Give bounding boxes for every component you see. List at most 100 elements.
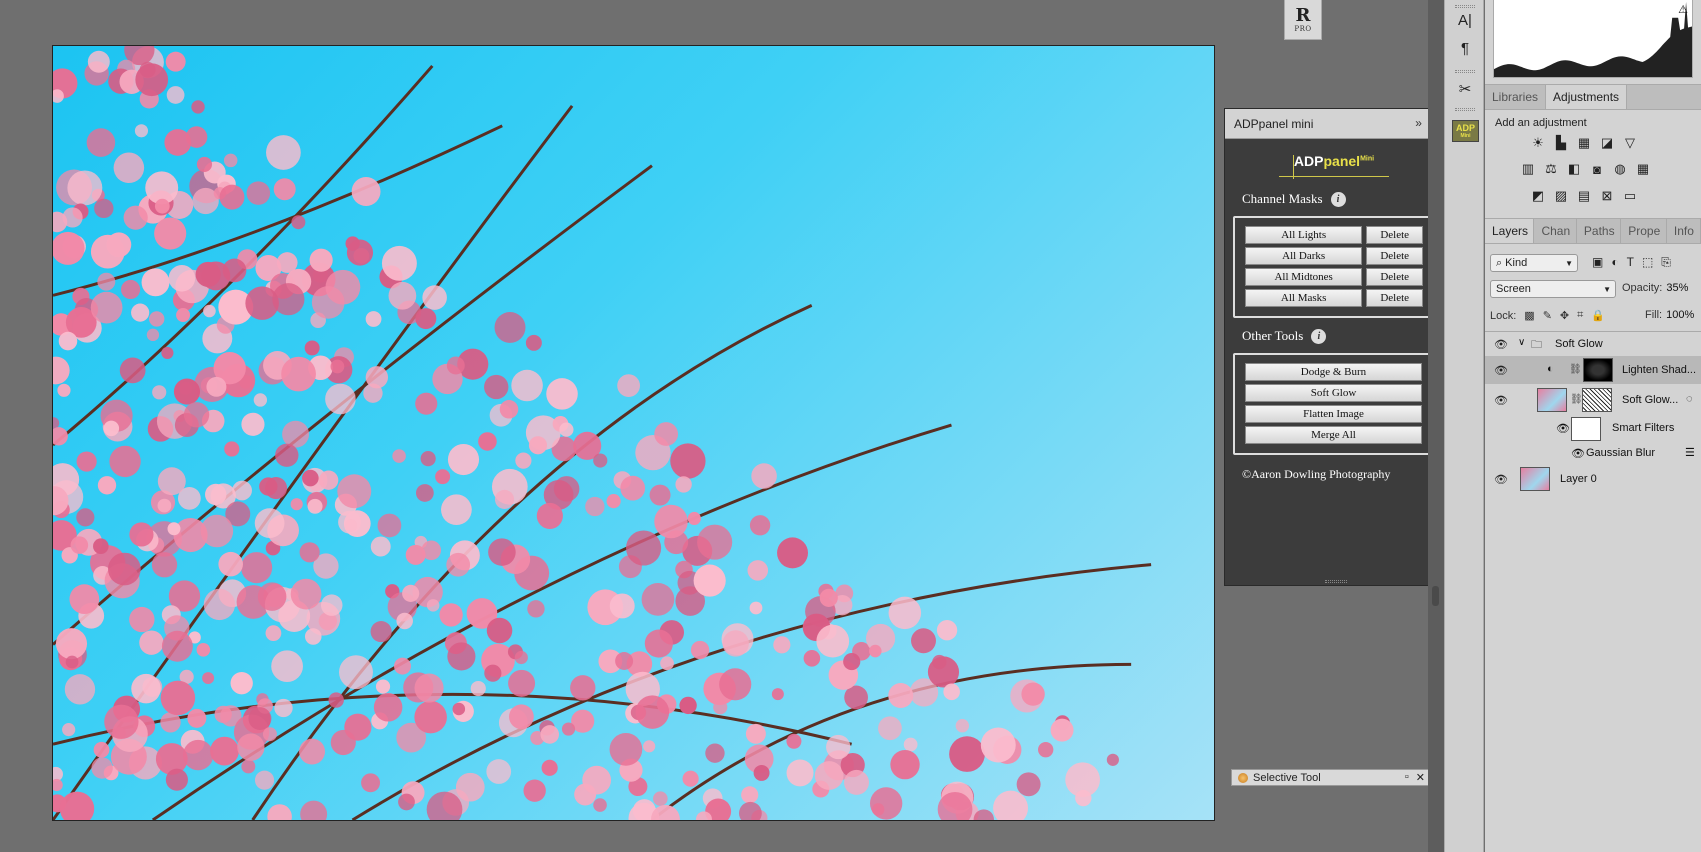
info-icon[interactable]: i — [1311, 328, 1327, 344]
delete-darks-button[interactable]: Delete — [1366, 247, 1423, 265]
adp-panel: ADPpanel mini » ≡ ADPpanelMini Channel M… — [1224, 108, 1444, 586]
dodge-burn-button[interactable]: Dodge & Burn — [1245, 363, 1422, 381]
layer-thumbnail[interactable] — [1537, 388, 1567, 412]
brightness-icon[interactable]: ☀ — [1530, 135, 1546, 151]
flatten-image-button[interactable]: Flatten Image — [1245, 405, 1422, 423]
all-lights-button[interactable]: All Lights — [1245, 226, 1363, 244]
eye-icon[interactable]: 👁 — [1571, 447, 1585, 460]
document-canvas[interactable] — [52, 45, 1215, 821]
info-icon[interactable]: i — [1330, 191, 1346, 207]
rpro-button[interactable]: R PRO — [1284, 0, 1322, 40]
adjustment-layer-icon: ◐ — [1547, 363, 1554, 375]
all-darks-button[interactable]: All Darks — [1245, 247, 1363, 265]
levels-icon[interactable]: ▙ — [1553, 135, 1569, 151]
layer-name: Soft Glow — [1555, 338, 1603, 350]
mask-thumbnail[interactable] — [1582, 388, 1612, 412]
exposure-icon[interactable]: ◪ — [1599, 135, 1615, 151]
restore-icon[interactable]: ▫ — [1405, 771, 1409, 784]
adjustment-filter-icon[interactable]: ◐ — [1611, 255, 1618, 270]
scrollbar-thumb[interactable] — [1432, 586, 1439, 606]
filter-mask-thumbnail[interactable] — [1571, 417, 1601, 441]
lock-transparency-icon[interactable]: ▩ — [1524, 309, 1534, 322]
expand-icon[interactable]: » — [1415, 116, 1422, 130]
layer-row-smart-object[interactable]: 👁 ⛓ Soft Glow... ◌ — [1485, 386, 1701, 414]
lock-paint-icon[interactable]: ✎ — [1543, 309, 1552, 322]
tab-paths[interactable]: Paths — [1577, 219, 1622, 243]
filter-options-icon[interactable]: ☰ — [1685, 446, 1695, 459]
black-white-icon[interactable]: ◧ — [1566, 161, 1582, 177]
pixel-filter-icon[interactable]: ▣ — [1592, 255, 1603, 270]
shape-filter-icon[interactable]: ⬚ — [1642, 255, 1653, 270]
threshold-icon[interactable]: ▤ — [1576, 188, 1592, 204]
close-icon[interactable]: ✕ — [1416, 771, 1425, 784]
gradient-triangle-icon[interactable]: ▽ — [1622, 135, 1638, 151]
fill-value[interactable]: 100% — [1666, 309, 1694, 321]
warning-icon[interactable]: ⚠ — [1678, 3, 1688, 16]
opacity-control[interactable]: Opacity: 35% — [1622, 282, 1688, 294]
type-filter-icon[interactable]: T — [1627, 255, 1634, 270]
delete-lights-button[interactable]: Delete — [1366, 226, 1423, 244]
layer-row-adjustment[interactable]: 👁 ◐ ⛓ Lighten Shad... — [1485, 356, 1701, 384]
tab-info[interactable]: Info — [1667, 219, 1701, 243]
tab-adjustments[interactable]: Adjustments — [1546, 85, 1628, 109]
channel-mixer-icon[interactable]: ◍ — [1612, 161, 1628, 177]
link-icon[interactable]: ⛓ — [1569, 364, 1582, 375]
mask-thumbnail[interactable] — [1583, 358, 1613, 382]
character-icon[interactable]: A| — [1445, 12, 1485, 29]
lock-position-icon[interactable]: ✥ — [1560, 309, 1569, 322]
smart-object-filter-icon[interactable]: ⎘ — [1661, 255, 1671, 270]
column-grip[interactable] — [1455, 70, 1475, 73]
soft-glow-button[interactable]: Soft Glow — [1245, 384, 1422, 402]
chevron-down-icon: ▼ — [1603, 284, 1611, 294]
curves-icon[interactable]: ▦ — [1576, 135, 1592, 151]
layer-row-base[interactable]: 👁 Layer 0 — [1485, 465, 1701, 493]
posterize-icon[interactable]: ▨ — [1553, 188, 1569, 204]
opacity-value[interactable]: 35% — [1666, 282, 1688, 294]
column-grip[interactable] — [1455, 108, 1475, 111]
adp-mini-button[interactable]: ADP Mini — [1452, 120, 1479, 142]
eye-icon[interactable]: 👁 — [1494, 364, 1508, 377]
tab-channels[interactable]: Chan — [1534, 219, 1577, 243]
photo-filter-icon[interactable]: ◙ — [1589, 161, 1605, 177]
layer-name: Gaussian Blur — [1586, 447, 1656, 459]
link-icon[interactable]: ⛓ — [1570, 394, 1583, 405]
blend-mode-select[interactable]: Screen ▼ — [1490, 280, 1616, 298]
kind-filter-select[interactable]: ⌕ Kind ▼ — [1490, 254, 1578, 272]
tool-presets-icon[interactable]: ✂ — [1445, 80, 1485, 98]
delete-midtones-button[interactable]: Delete — [1366, 268, 1423, 286]
chevron-down-icon: ▼ — [1565, 258, 1573, 268]
eye-icon[interactable]: 👁 — [1494, 473, 1508, 486]
layer-row-group[interactable]: 👁 ∨ 🗀 Soft Glow — [1485, 334, 1701, 354]
layer-name: Smart Filters — [1612, 422, 1675, 434]
chevron-down-icon[interactable]: ∨ — [1518, 337, 1525, 348]
invert-icon[interactable]: ◩ — [1530, 188, 1546, 204]
all-midtones-button[interactable]: All Midtones — [1245, 268, 1363, 286]
fill-control[interactable]: Fill: 100% — [1645, 309, 1694, 321]
merge-all-button[interactable]: Merge All — [1245, 426, 1422, 444]
column-grip[interactable] — [1455, 5, 1475, 8]
layer-row-smart-filters[interactable]: 👁 Smart Filters — [1485, 416, 1701, 442]
color-lookup-icon[interactable]: ▦ — [1635, 161, 1651, 177]
lock-all-icon[interactable]: 🔒 — [1591, 309, 1605, 322]
gradient-map-icon[interactable]: ▭ — [1622, 188, 1638, 204]
delete-masks-button[interactable]: Delete — [1366, 289, 1423, 307]
resize-grip[interactable] — [1325, 580, 1347, 583]
paragraph-icon[interactable]: ¶ — [1445, 40, 1485, 57]
vibrance-icon[interactable]: ▥ — [1520, 161, 1536, 177]
selective-tool-bar[interactable]: Selective Tool ▫ ✕ — [1231, 769, 1432, 786]
adp-panel-header[interactable]: ADPpanel mini » ≡ — [1225, 109, 1443, 139]
layer-row-filter[interactable]: 👁 Gaussian Blur ☰ — [1485, 444, 1701, 464]
eye-icon[interactable]: 👁 — [1556, 422, 1570, 435]
eye-icon[interactable]: 👁 — [1494, 338, 1508, 351]
tab-properties[interactable]: Prope — [1621, 219, 1667, 243]
selective-color-icon[interactable]: ⊠ — [1599, 188, 1615, 204]
logo-panel: panel — [1323, 153, 1361, 169]
lock-artboard-icon[interactable]: ⌗ — [1577, 309, 1583, 322]
color-balance-icon[interactable]: ⚖ — [1543, 161, 1559, 177]
tab-libraries[interactable]: Libraries — [1485, 85, 1547, 109]
eye-icon[interactable]: 👁 — [1494, 394, 1508, 407]
layer-thumbnail[interactable] — [1520, 467, 1550, 491]
all-masks-button[interactable]: All Masks — [1245, 289, 1363, 307]
panel-scroll-strip — [1428, 0, 1444, 852]
tab-layers[interactable]: Layers — [1485, 219, 1535, 243]
